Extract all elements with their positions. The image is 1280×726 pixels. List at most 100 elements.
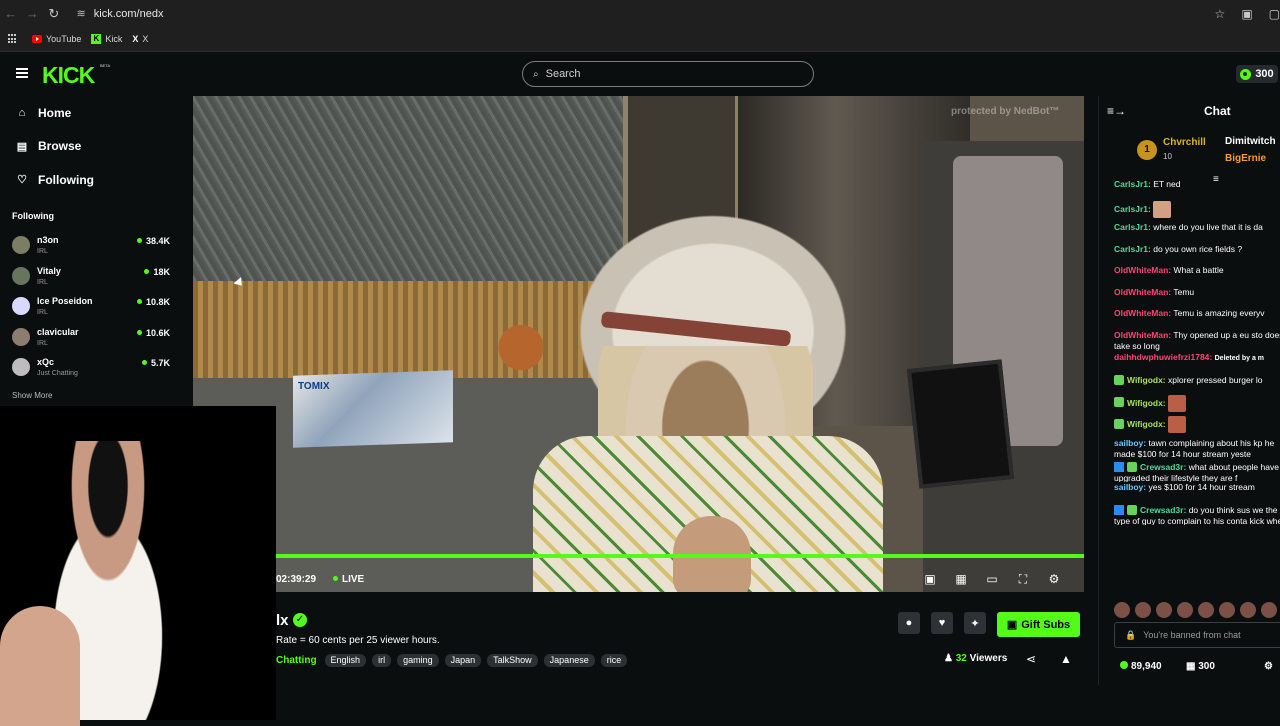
heart-icon: ♡ [17, 174, 27, 187]
url-bar[interactable]: ≋ kick.com/nedx [70, 2, 1191, 25]
chat-message: Crewsad3r: do you think sus we the type … [1114, 505, 1280, 525]
collapse-chat-icon[interactable]: ≡→ [1107, 104, 1126, 118]
sidebar: ⌂ Home ▤ Browse ♡ Following Following n3on … [0, 96, 178, 406]
reload-icon[interactable]: ↻ [43, 2, 65, 26]
badge-icon [1127, 461, 1137, 472]
tag-japanese[interactable]: Japanese [543, 654, 595, 667]
leaderboard-first-name[interactable]: Chvrchill [1163, 137, 1206, 148]
avatar [12, 297, 30, 315]
extensions-icon[interactable]: ▣ [1241, 7, 1252, 21]
following-item-ice-poseidon[interactable]: Ice Poseidon IRL 10.8K [12, 294, 170, 325]
video-player[interactable]: TOMIX protected by NedBot™ 02:39:29 LIVE… [193, 96, 1084, 592]
badge-icon [1114, 418, 1124, 429]
gift-icon: ▣ [1006, 619, 1018, 631]
bookmarks-bar: YouTube K Kick XX [0, 27, 1280, 52]
coin-icon [1240, 68, 1252, 80]
tab-search-icon[interactable]: ▢ [1269, 7, 1280, 21]
streamer-name[interactable]: lx [276, 612, 289, 629]
youtube-icon [32, 35, 42, 43]
chat-settings-icon[interactable]: ⚙ [1264, 661, 1273, 672]
following-item-clavicular[interactable]: clavicular IRL 10.6K [12, 325, 170, 356]
apps-icon[interactable] [8, 34, 18, 44]
video-box-label: TOMIX [298, 381, 330, 392]
video-progress-bar[interactable] [276, 554, 1084, 558]
chat-leaderboard: 1 Chvrchill 10 Dimitwitch BigErnie ≡ [1099, 126, 1280, 185]
bookmark-youtube[interactable]: YouTube [32, 34, 81, 44]
following-item-n3on[interactable]: n3on IRL 38.4K [12, 233, 170, 264]
emote-icon[interactable] [1156, 602, 1172, 618]
stream-actions: ● ♥ ✦ ▣ Gift Subs [898, 612, 1080, 637]
menu-icon[interactable] [16, 68, 28, 78]
tag-gaming[interactable]: gaming [397, 654, 439, 667]
tag-english[interactable]: English [324, 654, 367, 667]
video-plush-toy [485, 314, 557, 398]
browser-toolbar: ← → ↻ ≋ kick.com/nedx ☆ ▣ ▢ [0, 0, 1280, 27]
chat-message: CarlsJr1: where do you live that it is d… [1114, 222, 1263, 232]
share-icon[interactable]: ⋖ [1026, 652, 1036, 666]
live-indicator: LIVE [333, 574, 364, 585]
emote-icon[interactable] [1135, 602, 1151, 618]
kick-icon: K [91, 34, 102, 44]
channel-points[interactable]: 89,940 [1120, 661, 1162, 672]
url-text[interactable]: kick.com/nedx [94, 8, 164, 20]
back-icon[interactable]: ← [0, 2, 22, 26]
emote-icon[interactable] [1198, 602, 1214, 618]
home-icon: ⌂ [18, 106, 26, 119]
picture-in-picture-icon[interactable]: ▣ [922, 572, 938, 587]
following-item-xqc[interactable]: xQc Just Chatting 5.7K [12, 355, 170, 386]
browse-icon: ▤ [16, 140, 28, 153]
clip-icon[interactable]: ▦ [953, 572, 969, 587]
site-settings-icon[interactable]: ≋ [77, 7, 86, 20]
avatar [12, 266, 30, 285]
bookmark-kick[interactable]: K Kick [91, 34, 122, 44]
avatar [12, 327, 30, 346]
emote-strip [1114, 602, 1277, 618]
nav-home[interactable]: ⌂ Home [0, 96, 178, 130]
chat-message: daihhdwphuwiefrzi1784: Deleted by a m [1114, 351, 1265, 362]
show-more-link[interactable]: Show More [12, 391, 52, 400]
theater-mode-icon[interactable]: ▭ [984, 572, 1000, 587]
following-item-vitaly[interactable]: Vitaly IRL 18K [12, 264, 170, 295]
nav-following[interactable]: ♡ Following [0, 163, 178, 197]
report-icon[interactable]: ▲ [1060, 652, 1072, 666]
forward-icon[interactable]: → [22, 2, 44, 26]
emote-icon[interactable] [1177, 602, 1193, 618]
badge-icon [1114, 461, 1124, 472]
chat-message-list: CarlsJr1: ET ned CarlsJr1: CarlsJr1: whe… [1114, 179, 1280, 525]
leaderboard-second-name[interactable]: Dimitwitch [1225, 136, 1276, 147]
x-icon: X [132, 34, 139, 44]
kick-logo[interactable]: KICK [42, 62, 95, 89]
verified-icon: ✓ [293, 613, 307, 627]
emote-icon[interactable] [1219, 602, 1235, 618]
emote-icon[interactable] [1114, 602, 1130, 618]
emote-icon[interactable] [1240, 602, 1256, 618]
leaderboard-third-name[interactable]: BigErnie [1225, 153, 1266, 164]
video-watermark: protected by NedBot™ [951, 106, 1060, 117]
search-input[interactable]: ⌕ Search [522, 61, 814, 87]
leaderboard-rank-badge: 1 [1137, 140, 1157, 160]
notifications-icon[interactable]: ● [898, 612, 920, 634]
more-icon[interactable]: ✦ [964, 612, 986, 634]
emote-image [1153, 200, 1172, 218]
fullscreen-icon[interactable]: ⛶ [1015, 572, 1031, 587]
stream-category[interactable]: Chatting [276, 655, 317, 666]
emote-icon[interactable] [1261, 602, 1277, 618]
settings-icon[interactable]: ⚙ [1046, 572, 1062, 587]
tag-japan[interactable]: Japan [444, 654, 482, 667]
gift-subs-button[interactable]: ▣ Gift Subs [997, 612, 1080, 637]
chat-footer: 89,940 ▦ 300 ⚙ [1114, 661, 1280, 675]
follow-heart-icon[interactable]: ♥ [931, 612, 953, 634]
tag-talkshow[interactable]: TalkShow [487, 654, 538, 667]
bookmark-x[interactable]: XX [132, 34, 148, 44]
badge-icon [1114, 505, 1124, 515]
chat-message: Wifigodx: xplorer pressed burger lo [1114, 373, 1280, 395]
bookmark-star-icon[interactable]: ☆ [1215, 7, 1226, 21]
coin-balance[interactable]: 300 [1236, 65, 1278, 83]
webcam-arm [0, 606, 80, 726]
nav-browse[interactable]: ▤ Browse [0, 130, 178, 164]
viewer-count: ♟ 32 Viewers [944, 653, 1008, 664]
search-icon: ⌕ [533, 68, 539, 80]
chat-balance[interactable]: ▦ 300 [1186, 661, 1215, 672]
tag-rice[interactable]: rice [600, 654, 628, 667]
tag-irl[interactable]: irl [372, 654, 392, 667]
